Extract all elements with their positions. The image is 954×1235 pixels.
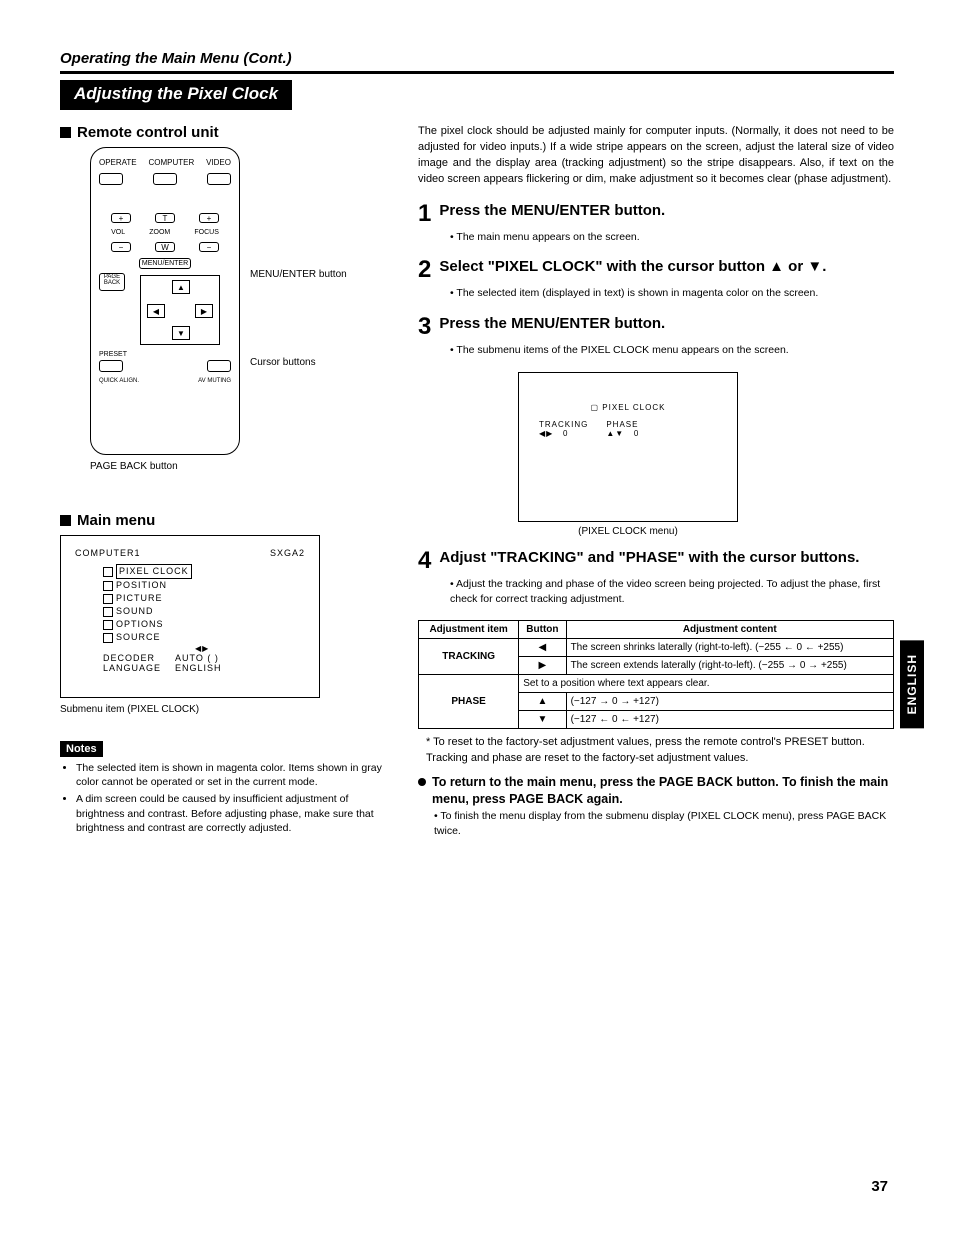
- step-2-number: 2: [418, 258, 431, 282]
- remote-heading: Remote control unit: [60, 124, 390, 141]
- page-number: 37: [871, 1178, 888, 1195]
- step-4-number: 4: [418, 549, 431, 573]
- step-3-title: Press the MENU/ENTER button.: [439, 315, 665, 339]
- cursor-label: Cursor buttons: [250, 357, 316, 368]
- step-2-sub: The selected item (displayed in text) is…: [418, 286, 894, 301]
- page-back-label: PAGE BACK button: [90, 461, 390, 472]
- step-4-sub: Adjust the tracking and phase of the vid…: [418, 577, 894, 606]
- submenu-caption: (PIXEL CLOCK menu): [518, 526, 738, 537]
- return-sub: To finish the menu display from the subm…: [418, 809, 894, 838]
- footnote: * To reset to the factory-set adjustment…: [418, 735, 894, 766]
- left-arrow-icon: ◀: [519, 639, 566, 657]
- down-arrow-icon: ▼: [519, 711, 566, 729]
- menu-enter-label: MENU/ENTER button: [250, 269, 360, 280]
- notes-list: The selected item is shown in magenta co…: [60, 761, 390, 835]
- step-4-title: Adjust "TRACKING" and "PHASE" with the c…: [439, 549, 859, 573]
- adjustment-table: Adjustment item Button Adjustment conten…: [418, 620, 894, 729]
- horizontal-rule: [60, 71, 894, 74]
- language-tab: ENGLISH: [900, 640, 924, 728]
- step-3-sub: The submenu items of the PIXEL CLOCK men…: [418, 343, 894, 358]
- step-1-number: 1: [418, 202, 431, 226]
- step-1-sub: The main menu appears on the screen.: [418, 230, 894, 245]
- right-arrow-icon: ▶: [519, 657, 566, 675]
- notes-tag: Notes: [60, 741, 103, 757]
- step-2-title: Select "PIXEL CLOCK" with the cursor but…: [439, 258, 826, 282]
- step-1-title: Press the MENU/ENTER button.: [439, 202, 665, 226]
- page-title: Operating the Main Menu (Cont.): [60, 50, 894, 67]
- menu-caption: Submenu item (PIXEL CLOCK): [60, 704, 390, 715]
- up-arrow-icon: ▲: [519, 693, 566, 711]
- pixel-clock-submenu: ▢ PIXEL CLOCK TRACKING◀▶ 0 PHASE▲▼ 0: [518, 372, 738, 522]
- main-menu-heading: Main menu: [60, 512, 390, 529]
- step-3-number: 3: [418, 315, 431, 339]
- remote-illustration: OPERATECOMPUTERVIDEO +T+ VOLZOOMFOCUS −W…: [90, 147, 240, 455]
- section-banner: Adjusting the Pixel Clock: [60, 80, 292, 110]
- return-heading: To return to the main menu, press the PA…: [418, 774, 894, 809]
- menu-enter-button: MENU/ENTER: [139, 258, 191, 269]
- cursor-dpad: ▲ ◀ ▶ ▼: [140, 275, 220, 345]
- intro-paragraph: The pixel clock should be adjusted mainl…: [418, 124, 894, 188]
- main-menu-box: COMPUTER1SXGA2 PIXEL CLOCK POSITION PICT…: [60, 535, 320, 698]
